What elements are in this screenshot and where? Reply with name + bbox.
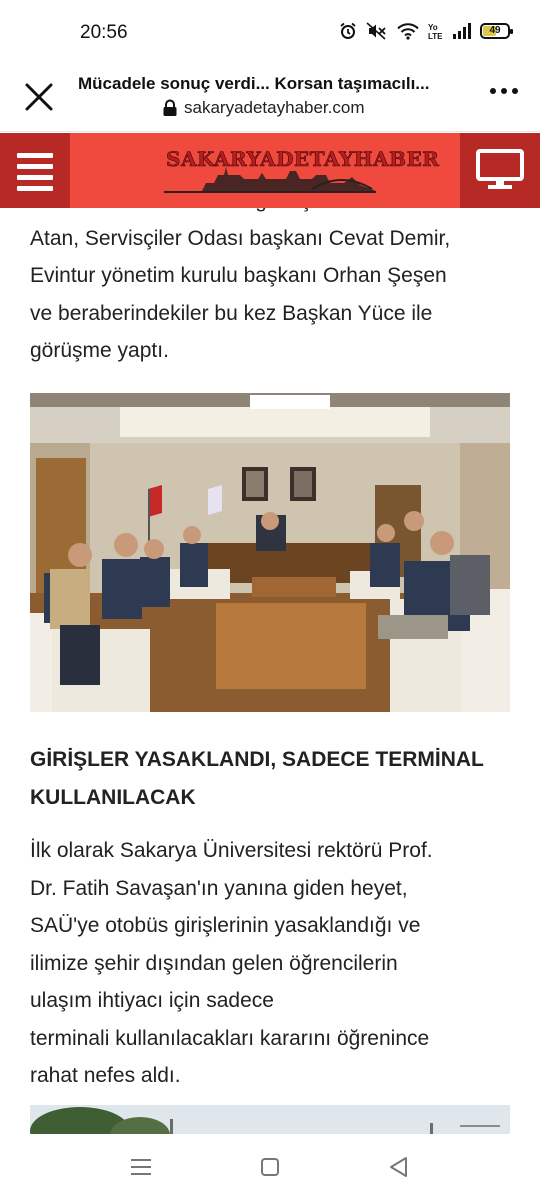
- logo-skyline: [164, 167, 376, 193]
- text-line: rahat nefes aldı.: [30, 1064, 181, 1087]
- mute-icon: [366, 22, 386, 40]
- back-icon[interactable]: [386, 1154, 412, 1180]
- status-time: 20:56: [80, 22, 128, 43]
- wifi-icon: [397, 23, 419, 40]
- desktop-icon: [476, 149, 524, 189]
- svg-text:Yo: Yo: [428, 23, 438, 32]
- outdoor-photo-top: [30, 1105, 510, 1134]
- text-line: SAÜ'ye otobüs girişlerinin yasaklandığı …: [30, 914, 421, 937]
- text-line: GİRİŞLER YASAKLANDI, SADECE TERMİNAL: [30, 748, 484, 771]
- menu-icon[interactable]: [0, 133, 70, 208]
- status-bar: 20:56 Yo LTE 49: [0, 0, 540, 66]
- article-intro-paragraph: Terminal esnafları derneği başkanı Emrah…: [30, 208, 512, 370]
- battery-level: 49: [489, 25, 501, 36]
- site-header: SAKARYADETAYHABER: [0, 133, 540, 208]
- text-line: Dr. Fatih Savaşan'ın yanına giden heyet,: [30, 876, 408, 900]
- article-body-paragraph: İlk olarak Sakarya Üniversitesi rektörü …: [30, 832, 512, 1095]
- article-subheading: GİRİŞLER YASAKLANDI, SADECE TERMİNAL KUL…: [30, 741, 512, 817]
- tab-title[interactable]: Mücadele sonuç verdi... Korsan taşımacıl…: [78, 74, 468, 94]
- site-logo[interactable]: SAKARYADETAYHABER: [162, 145, 439, 197]
- status-icons: Yo LTE 49: [339, 22, 513, 40]
- text-line: Terminal esnafları derneği başkanı Emrah: [30, 208, 512, 220]
- more-icon[interactable]: [490, 88, 518, 94]
- text-line: İlk olarak Sakarya Üniversitesi rektörü …: [30, 839, 433, 862]
- battery-icon: 49: [480, 23, 513, 39]
- text-line: görüşme yaptı.: [30, 339, 169, 362]
- lock-icon: [163, 99, 177, 116]
- text-line: ve beraberindekiler bu kez Başkan Yüce i…: [30, 301, 433, 325]
- article-photo-meeting[interactable]: [30, 393, 510, 712]
- text-line: Atan, Servisçiler Odası başkanı Cevat De…: [30, 226, 451, 250]
- home-icon[interactable]: [257, 1154, 283, 1180]
- desktop-view-button[interactable]: [460, 133, 540, 208]
- text-line: Evintur yönetim kurulu başkanı Orhan Şeş…: [30, 264, 447, 287]
- text-line: terminali kullanılacakları kararını öğre…: [30, 1026, 430, 1050]
- url-text: sakaryadetayhaber.com: [184, 98, 365, 117]
- svg-text:LTE: LTE: [428, 32, 443, 40]
- close-icon[interactable]: [22, 80, 56, 114]
- system-nav-bar: [0, 1134, 540, 1200]
- text-line: ulaşım ihtiyacı için sadece: [30, 989, 274, 1012]
- article-photo-second[interactable]: [30, 1105, 510, 1134]
- text-line: ilimize şehir dışından gelen öğrencileri…: [30, 951, 398, 975]
- alarm-icon: [340, 22, 356, 39]
- url-bar[interactable]: sakaryadetayhaber.com: [162, 98, 365, 118]
- volte-icon: Yo LTE: [428, 23, 443, 40]
- recent-apps-icon[interactable]: [128, 1154, 154, 1180]
- browser-bar: Mücadele sonuç verdi... Korsan taşımacıl…: [0, 66, 540, 132]
- signal-icon: [453, 23, 471, 39]
- text-line: KULLANILACAK: [30, 786, 196, 809]
- meeting-room-illustration: [30, 393, 510, 712]
- article-body: Terminal esnafları derneği başkanı Emrah…: [30, 208, 512, 1134]
